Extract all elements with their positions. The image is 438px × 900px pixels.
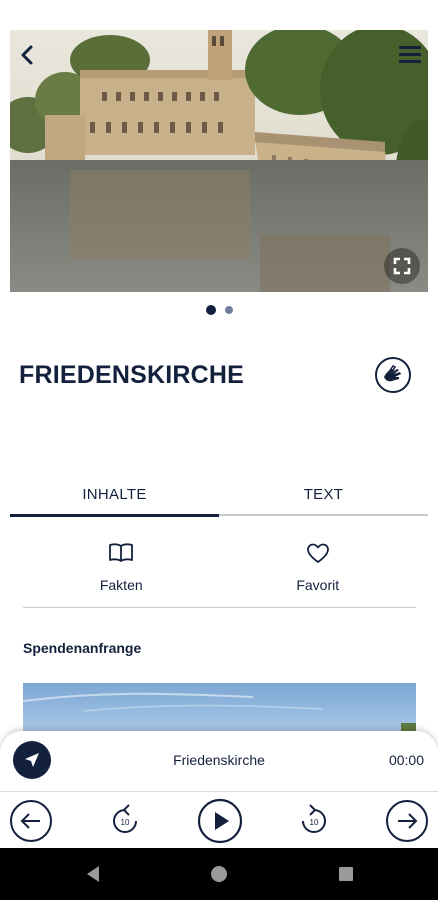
next-button[interactable] bbox=[385, 799, 429, 843]
menu-button[interactable] bbox=[396, 42, 424, 66]
system-nav-bar bbox=[0, 848, 438, 900]
action-row: Fakten Favorit bbox=[23, 530, 416, 608]
sign-language-button[interactable] bbox=[375, 357, 411, 393]
facts-label: Fakten bbox=[99, 577, 143, 593]
player-track-title: Friedenskirche bbox=[173, 752, 265, 768]
sign-language-icon bbox=[384, 365, 401, 382]
fullscreen-button[interactable] bbox=[384, 248, 420, 284]
tab-inhalte[interactable]: INHALTE bbox=[10, 470, 219, 518]
tab-text-label: TEXT bbox=[303, 485, 344, 503]
tab-inhalte-label: INHALTE bbox=[82, 485, 147, 503]
system-home-icon[interactable] bbox=[210, 864, 228, 884]
rewind-10-icon: 10 bbox=[113, 804, 137, 833]
carousel-dot[interactable] bbox=[224, 306, 233, 314]
favorite-label: Favorit bbox=[296, 577, 340, 593]
hamburger-menu-icon bbox=[399, 46, 421, 63]
player-time: 00:00 bbox=[388, 752, 424, 768]
fullscreen-icon bbox=[393, 257, 411, 275]
arrow-right-circle-icon bbox=[386, 800, 428, 842]
rewind-10-button[interactable]: 10 bbox=[110, 804, 140, 838]
forward-10-button[interactable]: 10 bbox=[299, 804, 329, 838]
book-icon bbox=[109, 543, 134, 562]
tab-active-indicator bbox=[10, 514, 219, 517]
back-button[interactable] bbox=[12, 40, 42, 70]
heart-icon bbox=[306, 543, 329, 563]
previous-button[interactable] bbox=[9, 799, 53, 843]
favorite-button[interactable]: Favorit bbox=[220, 530, 417, 607]
forward-seconds: 10 bbox=[310, 818, 319, 827]
player-controls: 10 10 bbox=[0, 791, 438, 848]
carousel-dot-active[interactable] bbox=[205, 305, 216, 315]
facts-button[interactable]: Fakten bbox=[23, 530, 220, 607]
page-title: FRIEDENSKIRCHE bbox=[19, 361, 245, 389]
system-back-icon[interactable] bbox=[84, 864, 102, 884]
church-photo bbox=[10, 30, 428, 292]
content-tabs: INHALTE TEXT bbox=[10, 470, 428, 518]
forward-10-icon: 10 bbox=[302, 804, 326, 833]
system-recents-icon[interactable] bbox=[337, 864, 355, 884]
play-button[interactable] bbox=[197, 798, 243, 844]
hero-image[interactable] bbox=[10, 30, 428, 292]
rewind-seconds: 10 bbox=[121, 818, 130, 827]
audio-player: Friedenskirche 00:00 bbox=[0, 731, 438, 791]
tab-text[interactable]: TEXT bbox=[219, 470, 428, 518]
carousel-indicator bbox=[0, 305, 438, 315]
chevron-left-icon bbox=[21, 45, 33, 65]
arrow-left-circle-icon bbox=[10, 800, 52, 842]
section-title: Spendenanfrange bbox=[23, 640, 142, 656]
play-circle-icon bbox=[197, 798, 243, 844]
